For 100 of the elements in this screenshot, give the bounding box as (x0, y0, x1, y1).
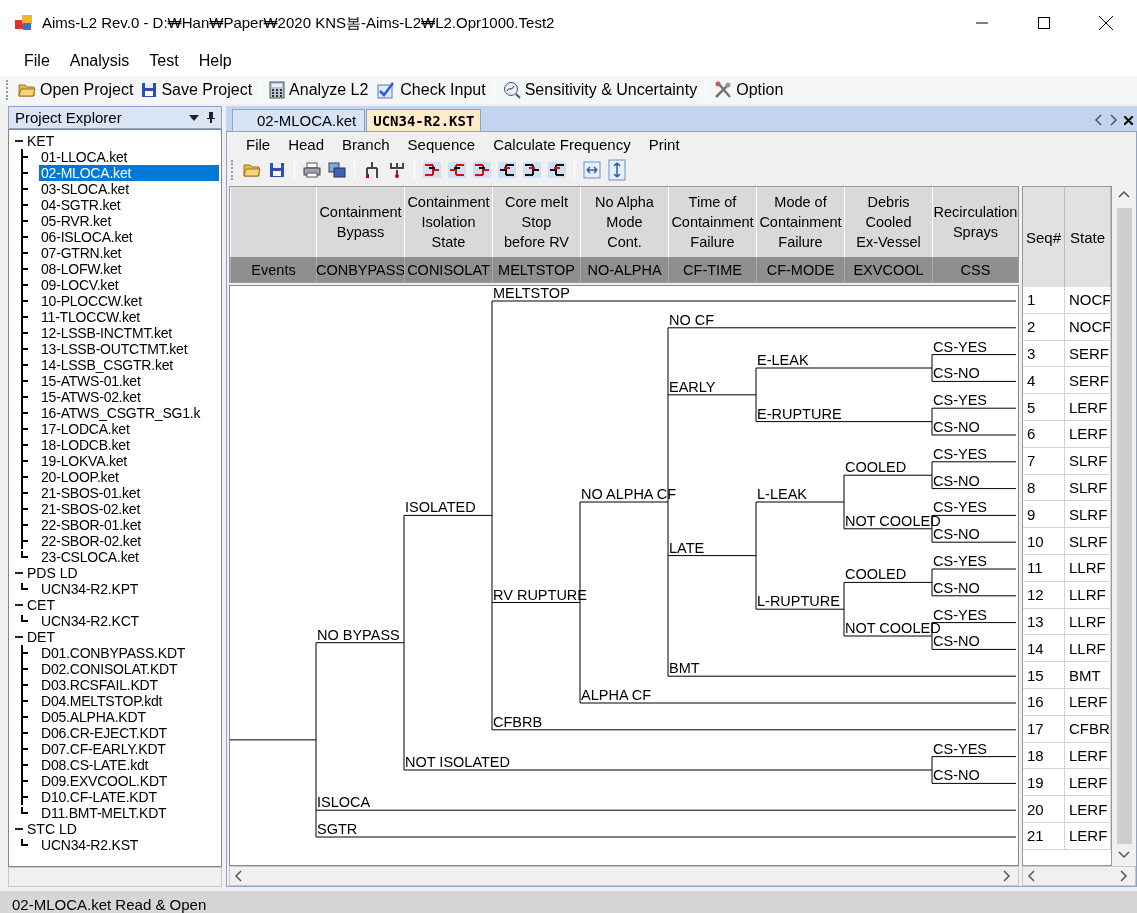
branch-label[interactable]: CS-NO (933, 579, 980, 596)
menu-item[interactable]: Sequence (398, 135, 485, 153)
tree-group-label[interactable]: KET (27, 133, 55, 149)
tree-item[interactable]: 21-SBOS-01.ket (39, 485, 219, 501)
branch-label[interactable]: ISLOCA (317, 794, 371, 811)
branch-label[interactable]: SGTR (317, 821, 358, 837)
branch-label[interactable]: ALPHA CF (581, 687, 652, 703)
close-icon[interactable] (1124, 115, 1133, 125)
tree-group-label[interactable]: PDS LD (27, 565, 78, 581)
toolbar-icon-button[interactable] (521, 159, 543, 181)
tree-item[interactable]: 01-LLOCA.ket (39, 149, 219, 165)
branch-label[interactable]: NO BYPASS (317, 626, 400, 643)
branch-label[interactable]: CS-YES (933, 392, 987, 409)
collapse-icon[interactable] (15, 601, 23, 609)
menu-item[interactable]: Print (639, 135, 689, 153)
tree-item[interactable]: 05-RVR.ket (39, 213, 219, 229)
branch-label[interactable]: ISOLATED (405, 499, 476, 516)
branch-label[interactable]: CS-NO (933, 419, 980, 435)
tree-item[interactable]: D02.CONISOLAT.KDT (39, 661, 219, 677)
tree-item[interactable]: 09-LOCV.ket (39, 277, 219, 293)
tree-item[interactable]: UCN34-R2.KST (39, 837, 219, 853)
horizontal-scrollbar[interactable] (1022, 866, 1136, 886)
horizontal-scrollbar[interactable] (229, 866, 1019, 886)
tree-group-label[interactable]: STC LD (27, 821, 77, 837)
toolbar-button[interactable]: Check Input (373, 78, 489, 102)
tree-item[interactable]: 15-ATWS-02.ket (39, 389, 219, 405)
tree-item[interactable]: D07.CF-EARLY.KDT (39, 741, 219, 757)
branch-label[interactable]: NO ALPHA CF (581, 486, 677, 502)
tree-item[interactable]: 17-LODCA.ket (39, 421, 219, 437)
tree-item[interactable]: UCN34-R2.KCT (39, 613, 219, 629)
tree-item[interactable]: 19-LOKVA.ket (39, 453, 219, 469)
tree-item[interactable]: UCN34-R2.KPT (39, 581, 219, 597)
branch-label[interactable]: CS-NO (933, 633, 980, 650)
tree-item[interactable]: 12-LSSB-INCTMT.ket (39, 325, 219, 341)
toolbar-button[interactable]: Option (711, 78, 787, 102)
tree-item[interactable]: D09.EXVCOOL.KDT (39, 773, 219, 789)
tree-item[interactable]: 03-SLOCA.ket (39, 181, 219, 197)
toolbar-icon-button[interactable] (546, 159, 568, 181)
menu-item[interactable]: Help (188, 49, 242, 73)
tree-item[interactable]: D01.CONBYPASS.KDT (39, 645, 219, 661)
branch-label[interactable]: E-RUPTURE (757, 405, 842, 422)
tree-item[interactable]: D03.RCSFAIL.KDT (39, 677, 219, 693)
toolbar-icon-button[interactable] (421, 159, 443, 181)
toolbar-icon-button[interactable] (326, 159, 348, 181)
menu-item[interactable]: Test (139, 49, 189, 73)
tree-item[interactable]: 16-ATWS_CSGTR_SG1.k (39, 405, 219, 421)
branch-label[interactable]: CS-YES (933, 338, 987, 355)
branch-label[interactable]: CFBRB (493, 713, 543, 730)
branch-label[interactable]: L-LEAK (757, 486, 807, 502)
branch-label[interactable]: RV RUPTURE (493, 586, 587, 603)
branch-label[interactable]: E-LEAK (757, 352, 809, 368)
branch-label[interactable]: NOT COOLED (845, 620, 941, 636)
toolbar-button[interactable]: Save Project (138, 78, 256, 102)
menu-item[interactable]: Calculate Frequency (484, 135, 640, 153)
collapse-icon[interactable] (15, 825, 23, 833)
branch-label[interactable]: L-RUPTURE (757, 593, 840, 610)
tree-item[interactable]: 04-SGTR.ket (39, 197, 219, 213)
tree-item[interactable]: 13-LSSB-OUTCTMT.ket (39, 341, 219, 357)
branch-label[interactable]: MELTSTOP (493, 286, 570, 301)
menu-item[interactable]: File (237, 135, 280, 153)
branch-label[interactable]: COOLED (845, 566, 907, 583)
tree-item[interactable]: 06-ISLOCA.ket (39, 229, 219, 245)
tree-item[interactable]: 10-PLOCCW.ket (39, 293, 219, 309)
branch-label[interactable]: CS-NO (933, 472, 980, 489)
tree-item[interactable]: 02-MLOCA.ket (39, 165, 219, 181)
tree-item[interactable]: D10.CF-LATE.KDT (39, 789, 219, 805)
tree-item[interactable]: 14-LSSB_CSGTR.ket (39, 357, 219, 373)
toolbar-icon-button[interactable] (446, 159, 468, 181)
collapse-icon[interactable] (15, 137, 23, 145)
tree-item[interactable]: 07-GTRN.ket (39, 245, 219, 261)
document-tab[interactable]: 02-MLOCA.ket (232, 109, 366, 131)
tree-item[interactable]: D08.CS-LATE.kdt (39, 757, 219, 773)
tree-item[interactable]: D06.CR-EJECT.KDT (39, 725, 219, 741)
tree-item[interactable]: 15-ATWS-01.ket (39, 373, 219, 389)
document-tab[interactable]: UCN34-R2.KST (366, 109, 482, 131)
tree-item[interactable]: 21-SBOS-02.ket (39, 501, 219, 517)
menu-item[interactable]: File (14, 49, 60, 73)
branch-label[interactable]: CS-YES (933, 553, 987, 569)
branch-label[interactable]: CS-YES (933, 740, 987, 757)
toolbar-button[interactable]: Analyze L2 (266, 78, 372, 102)
tree-group-label[interactable]: DET (27, 629, 55, 645)
collapse-icon[interactable] (15, 633, 23, 641)
tree-item[interactable]: D04.MELTSTOP.kdt (39, 693, 219, 709)
branch-label[interactable]: CS-NO (933, 365, 980, 382)
tree-item[interactable]: D11.BMT-MELT.KDT (39, 805, 219, 821)
branch-label[interactable]: NO CF (669, 311, 715, 328)
tree-item[interactable]: 20-LOOP.ket (39, 469, 219, 485)
branch-label[interactable]: NOT ISOLATED (405, 754, 510, 770)
tree-group-label[interactable]: CET (27, 597, 55, 613)
tree-item[interactable]: 22-SBOR-01.ket (39, 517, 219, 533)
branch-label[interactable]: CS-YES (933, 445, 987, 462)
branch-label[interactable]: CS-NO (933, 767, 980, 784)
branch-label[interactable]: LATE (669, 539, 705, 556)
menu-item[interactable]: Analysis (59, 49, 140, 73)
branch-label[interactable]: COOLED (845, 459, 907, 476)
branch-label[interactable]: EARLY (669, 378, 716, 395)
dropdown-caret-icon[interactable] (189, 114, 199, 121)
tree-item[interactable]: 22-SBOR-02.ket (39, 533, 219, 549)
branch-label[interactable]: CS-NO (933, 526, 980, 543)
tree-item[interactable]: D05.ALPHA.KDT (39, 709, 219, 725)
